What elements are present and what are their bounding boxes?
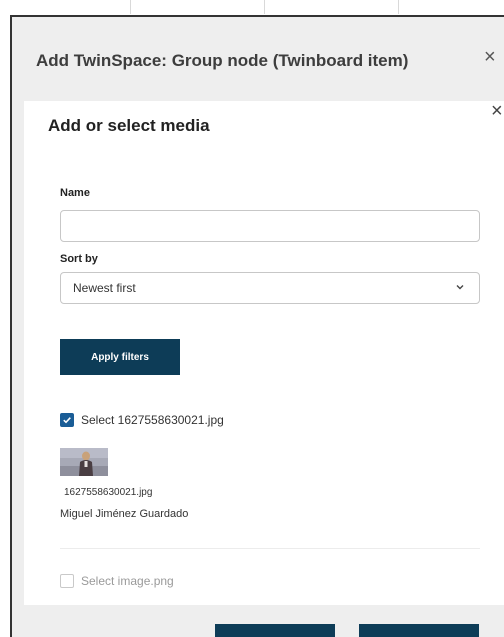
background-page-strip (0, 0, 504, 16)
media-dialog: Add or select media × Name Sort by Newes… (24, 101, 504, 605)
footer-button[interactable] (359, 624, 479, 637)
media-item-select-label: Select image.png (81, 574, 174, 588)
sort-by-label: Sort by (60, 253, 98, 265)
media-thumbnail[interactable] (60, 448, 108, 476)
divider (60, 548, 480, 549)
media-item-select[interactable]: Select 1627558630021.jpg (60, 412, 224, 428)
media-owner: Miguel Jiménez Guardado (60, 508, 189, 520)
background-divider (398, 0, 399, 14)
sort-by-select[interactable]: Newest first (60, 272, 480, 304)
outer-dialog: Add TwinSpace: Group node (Twinboard ite… (10, 15, 504, 637)
checkbox-checked[interactable] (60, 413, 74, 427)
media-dialog-title: Add or select media (48, 116, 210, 135)
name-label: Name (60, 187, 90, 199)
checkmark-icon (63, 417, 71, 424)
media-file-name: 1627558630021.jpg (64, 487, 153, 498)
sort-by-value: Newest first (73, 281, 136, 295)
media-close-icon[interactable]: × (491, 101, 503, 121)
background-divider (130, 0, 131, 14)
checkbox-unchecked[interactable] (60, 574, 74, 588)
media-item-select[interactable]: Select image.png (60, 573, 174, 589)
footer-button[interactable] (215, 624, 335, 637)
outer-dialog-title: Add TwinSpace: Group node (Twinboard ite… (36, 51, 409, 70)
apply-filters-button[interactable]: Apply filters (60, 339, 180, 375)
background-divider (264, 0, 265, 14)
outer-close-icon[interactable]: × (484, 47, 496, 67)
chevron-down-icon (456, 285, 464, 290)
name-input[interactable] (60, 210, 480, 242)
media-item-select-label: Select 1627558630021.jpg (81, 413, 224, 427)
